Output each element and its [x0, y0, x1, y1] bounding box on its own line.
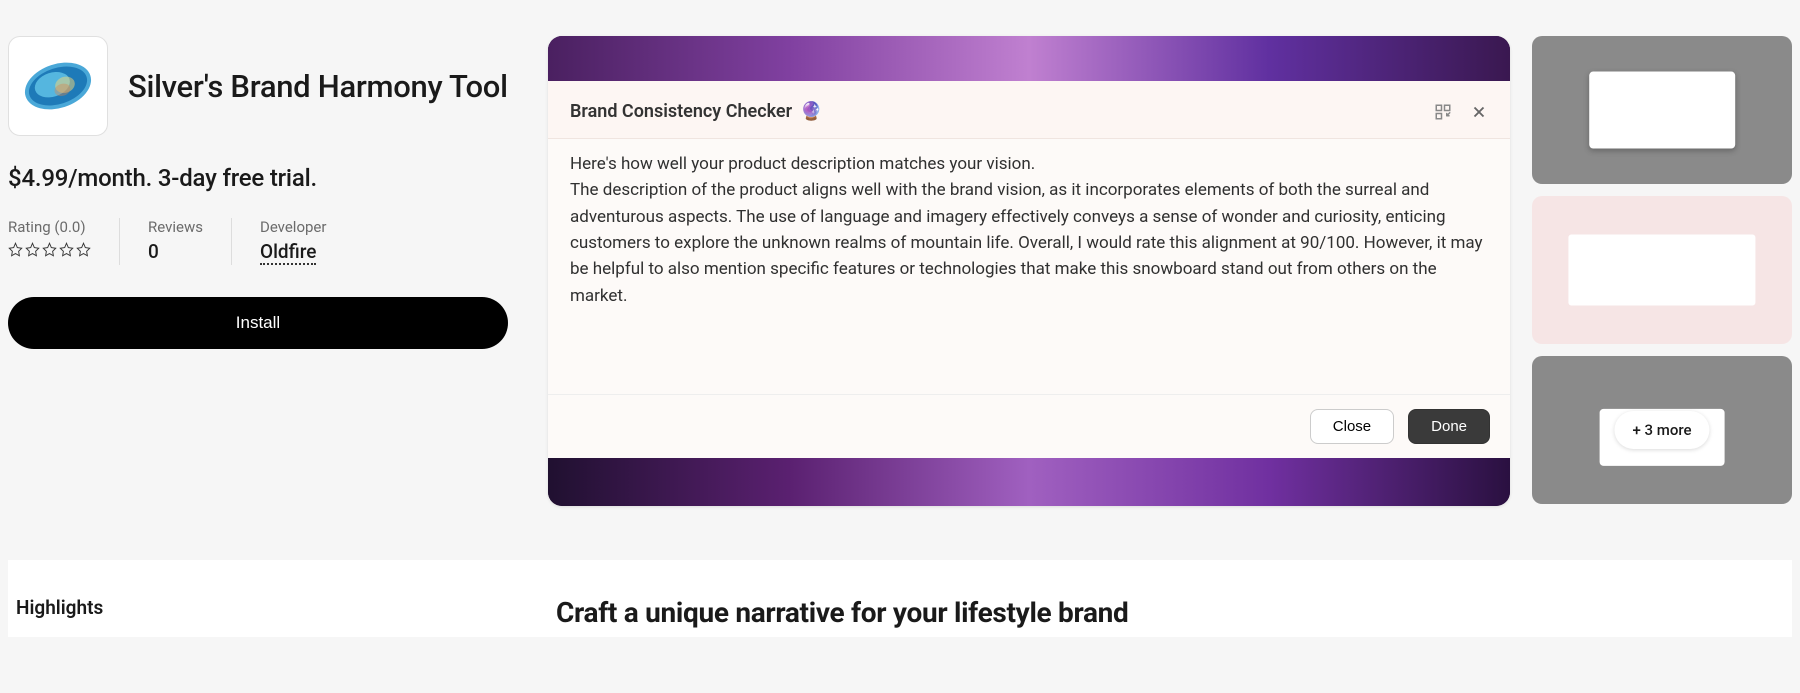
reviews-count: 0: [148, 240, 203, 263]
install-button[interactable]: Install: [8, 297, 508, 349]
thumbnail-3[interactable]: + 3 more: [1532, 356, 1792, 504]
modal-title: Brand Consistency Checker: [570, 101, 792, 122]
close-button[interactable]: Close: [1310, 409, 1394, 444]
developer-link[interactable]: Oldfire: [260, 240, 316, 265]
price-line: $4.99/month. 3-day free trial.: [8, 164, 508, 192]
done-button[interactable]: Done: [1408, 409, 1490, 444]
app-icon: [8, 36, 108, 136]
app-title: Silver's Brand Harmony Tool: [128, 68, 508, 105]
rating-stars: [8, 242, 91, 257]
highlights-heading: Highlights: [16, 596, 556, 619]
rating-label: Rating (0.0): [8, 218, 91, 236]
thumbnail-2[interactable]: [1532, 196, 1792, 344]
expand-icon[interactable]: [1434, 103, 1452, 121]
main-screenshot[interactable]: Brand Consistency Checker 🔮 Here's how w…: [548, 36, 1510, 506]
more-badge[interactable]: + 3 more: [1614, 411, 1709, 449]
crystal-ball-icon: 🔮: [800, 101, 822, 122]
developer-label: Developer: [260, 218, 327, 236]
thumbnail-1[interactable]: [1532, 36, 1792, 184]
modal-body-intro: Here's how well your product description…: [570, 151, 1488, 177]
close-icon[interactable]: [1470, 103, 1488, 121]
craft-heading: Craft a unique narrative for your lifest…: [556, 596, 1784, 629]
modal-body-text: The description of the product aligns we…: [570, 177, 1488, 309]
reviews-label: Reviews: [148, 218, 203, 236]
